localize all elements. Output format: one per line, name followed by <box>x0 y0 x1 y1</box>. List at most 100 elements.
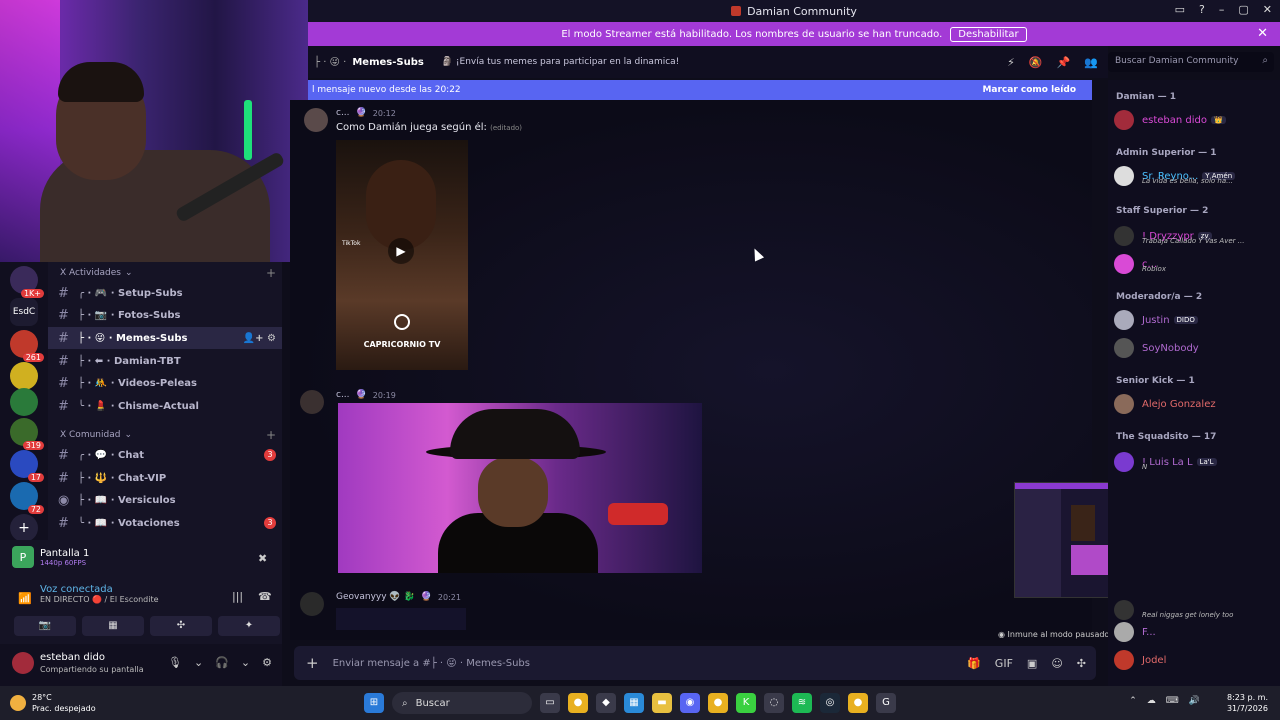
close-window-button[interactable]: ✕ <box>1263 3 1272 16</box>
channel-chat[interactable]: # ╭ · 💬 · Chat 3 <box>48 444 282 466</box>
gift-icon[interactable]: 🎁 <box>967 657 981 670</box>
activities-button[interactable]: ✣ <box>150 616 212 636</box>
share-screen-button[interactable]: ▦ <box>82 616 144 636</box>
chrome-icon[interactable]: ● <box>708 693 728 713</box>
channel-settings-icon[interactable]: 👤+ ⚙ <box>243 333 276 344</box>
channel-fotos-subs[interactable]: # ├ · 📷 · Fotos-Subs <box>48 304 282 326</box>
play-icon[interactable]: ▶ <box>388 238 414 264</box>
server-icon[interactable]: 319 <box>10 418 44 450</box>
member-item[interactable]: Jodel <box>1114 648 1278 672</box>
member-item[interactable]: Justin DIDO <box>1114 308 1278 332</box>
taskbar-clock[interactable]: 8:23 p. m. 31/7/2026 <box>1227 692 1268 714</box>
channel-votaciones[interactable]: # ╰ · 📖 · Votaciones 3 <box>48 512 282 534</box>
camera-button[interactable]: 📷 <box>14 616 76 636</box>
mark-read-button[interactable]: Marcar como leído <box>982 85 1076 95</box>
store-icon[interactable]: ▦ <box>624 693 644 713</box>
message-author[interactable]: Geovanyyy 👽 🐉 <box>336 592 415 602</box>
stop-stream-icon[interactable]: ✖ <box>258 552 267 565</box>
server-icon[interactable]: 261 <box>10 330 44 362</box>
onedrive-icon[interactable]: ☁ <box>1147 696 1156 706</box>
member-item[interactable]: Sr. Reyno... Y Amén La vida es bella, solo… <box>1114 164 1278 188</box>
spotify-icon[interactable]: ≋ <box>792 693 812 713</box>
channel-memes-subs[interactable]: # ├ · 😜 · Memes-Subs 👤+ ⚙ <box>48 327 282 349</box>
taskbar-search[interactable]: ⌕ Buscar <box>392 692 532 714</box>
minimize-button[interactable]: – <box>1219 3 1225 16</box>
member-item[interactable]: F... <box>1114 620 1278 644</box>
mute-icon[interactable]: 🔕 <box>1029 56 1043 69</box>
windows-start-icon[interactable]: ⊞ <box>364 693 384 713</box>
server-icon[interactable]: 1K+ <box>10 266 44 298</box>
channel-setup-subs[interactable]: # ╭ · 🎮 · Setup-Subs <box>48 282 282 304</box>
folder-icon[interactable]: ▬ <box>652 693 672 713</box>
user-name[interactable]: esteban dido <box>40 652 105 663</box>
threads-icon[interactable]: ⚡ <box>1007 56 1015 69</box>
avatar[interactable] <box>300 592 324 616</box>
headphones-icon[interactable]: 🎧 <box>215 656 229 669</box>
member-item[interactable]: ! Luis La L La'L N <box>1114 450 1278 474</box>
avatar[interactable] <box>12 652 34 674</box>
member-item[interactable]: SoyNobody <box>1114 336 1278 360</box>
kick-icon[interactable]: K <box>736 693 756 713</box>
sticker-icon[interactable]: ▣ <box>1027 657 1037 670</box>
chrome-icon[interactable]: ● <box>568 693 588 713</box>
soundboard-icon[interactable]: ||| <box>232 590 243 603</box>
message-author[interactable]: c... <box>336 390 350 400</box>
apps-icon[interactable]: ✣ <box>1077 657 1086 670</box>
inbox-icon[interactable]: ▭ <box>1175 3 1185 16</box>
app-icon[interactable]: ◌ <box>764 693 784 713</box>
channel-damian-tbt[interactable]: # ├ · ⬅ · Damian-TBT <box>48 350 282 372</box>
channel-chat-vip[interactable]: # ├ · 🔱 · Chat-VIP <box>48 467 282 489</box>
weather-widget[interactable]: 28°C Prac. despejado <box>10 692 96 714</box>
new-messages-bar[interactable]: l mensaje nuevo desde las 20:22 Marcar c… <box>308 80 1092 100</box>
add-channel-icon[interactable]: + <box>266 266 276 280</box>
soundboard-button[interactable]: ✦ <box>218 616 280 636</box>
voice-connection[interactable]: Voz conectada EN DIRECTO 🔴 / El Escondit… <box>40 584 159 604</box>
image-attachment[interactable] <box>338 403 702 573</box>
member-item[interactable]: c... Roblox <box>1114 252 1278 276</box>
member-item[interactable]: esteban dido 👑 <box>1114 108 1278 132</box>
app-icon[interactable]: G <box>876 693 896 713</box>
keyboard-icon[interactable]: ⌨ <box>1166 696 1179 706</box>
chevron-down-icon[interactable]: ⌄ <box>194 656 203 669</box>
channel-chisme-actual[interactable]: # ╰ · 💄 · Chisme-Actual <box>48 395 282 417</box>
discord-icon[interactable]: ◉ <box>680 693 700 713</box>
server-icon[interactable]: EsdC <box>10 298 38 326</box>
search-input[interactable]: Buscar Damian Community ⌕ <box>1108 52 1274 72</box>
steam-icon[interactable]: ◎ <box>820 693 840 713</box>
video-attachment[interactable]: TikTok ▶ CAPRICORNIO TV <box>336 140 468 370</box>
maximize-button[interactable]: ▢ <box>1238 3 1248 16</box>
avatar[interactable] <box>304 108 328 132</box>
disable-streamer-button[interactable]: Deshabilitar <box>950 26 1027 42</box>
app-icon[interactable]: ◆ <box>596 693 616 713</box>
channel-versiculos[interactable]: ◉ ├ · 📖 · Versiculos <box>48 489 282 511</box>
server-icon[interactable] <box>10 388 38 416</box>
channel-topic[interactable]: 🗿 ¡Envía tus memes para participar en la… <box>442 57 679 67</box>
message-author[interactable]: c... <box>336 108 350 118</box>
server-icon[interactable]: 72 <box>10 482 44 514</box>
server-icon[interactable]: 17 <box>10 450 44 482</box>
gif-button[interactable]: GIF <box>995 657 1013 670</box>
members-icon[interactable]: 👥 <box>1084 56 1098 69</box>
gear-icon[interactable]: ⚙ <box>262 656 272 669</box>
channel-videos-peleas[interactable]: # ├ · 🤼 · Videos-Peleas <box>48 372 282 394</box>
add-channel-icon[interactable]: + <box>266 428 276 442</box>
message-composer[interactable]: + Enviar mensaje a #├ · 😜 · Memes-Subs 🎁… <box>294 646 1096 680</box>
volume-icon[interactable]: 🔊 <box>1189 696 1200 706</box>
member-item[interactable]: ! Dryzzypr zv Trabaja Callado Y Vas Aver .… <box>1114 224 1278 248</box>
chevron-down-icon[interactable]: ⌄ <box>241 656 250 669</box>
help-icon[interactable]: ? <box>1199 3 1205 16</box>
avatar[interactable] <box>300 390 324 414</box>
add-server-button[interactable]: + <box>10 514 38 542</box>
disconnect-icon[interactable]: ☎ <box>258 590 272 603</box>
add-attachment-icon[interactable]: + <box>306 654 319 672</box>
category-comunidad[interactable]: X Comunidad ⌄ + <box>60 428 276 442</box>
category-actividades[interactable]: X Actividades ⌄ + <box>60 266 276 280</box>
close-icon[interactable]: ✕ <box>1257 26 1268 41</box>
task-view-icon[interactable]: ▭ <box>540 693 560 713</box>
server-icon[interactable] <box>10 362 38 390</box>
tray-chevron-icon[interactable]: ⌃ <box>1129 696 1137 706</box>
mic-icon[interactable]: 🎙 <box>168 656 182 669</box>
emoji-icon[interactable]: ☺ <box>1051 657 1062 670</box>
member-item[interactable]: Alejo Gonzalez <box>1114 392 1278 416</box>
member-item[interactable]: Real niggas get lonely too <box>1114 598 1278 622</box>
